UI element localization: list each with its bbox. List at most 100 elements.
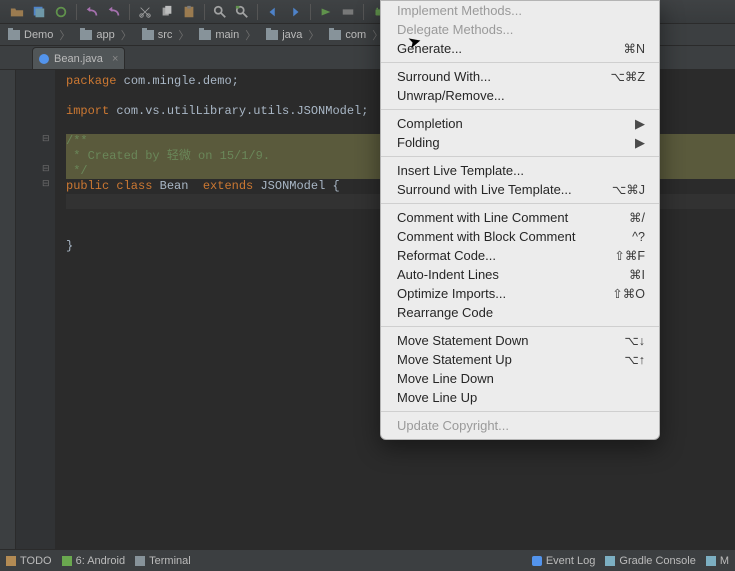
menu-item-shortcut: ⌥⌘Z bbox=[610, 69, 645, 84]
code-text: } bbox=[66, 239, 73, 253]
status-label: Terminal bbox=[149, 555, 191, 567]
status-label: Gradle Console bbox=[619, 555, 695, 567]
status-eventlog[interactable]: Event Log bbox=[532, 555, 596, 567]
folder-icon bbox=[266, 30, 278, 40]
redo-icon[interactable] bbox=[103, 1, 125, 23]
save-all-icon[interactable] bbox=[28, 1, 50, 23]
menu-item[interactable]: Unwrap/Remove... bbox=[381, 86, 659, 105]
editor-tab[interactable]: Bean.java × bbox=[32, 47, 125, 69]
menu-item[interactable]: Surround With... ⌥⌘Z bbox=[381, 67, 659, 86]
breadcrumb-label: Demo bbox=[24, 29, 53, 41]
menu-item-label: Move Line Down bbox=[397, 371, 494, 386]
menu-item[interactable]: Completion▶ bbox=[381, 114, 659, 133]
code-keyword: public class bbox=[66, 179, 152, 193]
folder-icon bbox=[199, 30, 211, 40]
menu-item-label: Move Statement Down bbox=[397, 333, 529, 348]
menu-item[interactable]: Move Statement Up ⌥↑ bbox=[381, 350, 659, 369]
menu-item[interactable]: Rearrange Code bbox=[381, 303, 659, 322]
breadcrumb-item[interactable]: main〉 bbox=[195, 27, 262, 43]
toolbar-separator bbox=[310, 4, 311, 20]
menu-item[interactable]: Move Statement Down⌥↓ bbox=[381, 331, 659, 350]
status-bar: TODO 6: Android Terminal Event Log Gradl… bbox=[0, 549, 735, 571]
menu-item-label: Update Copyright... bbox=[397, 418, 509, 433]
menu-item-shortcut: ⌘/ bbox=[629, 210, 645, 225]
breadcrumb-item[interactable]: src〉 bbox=[138, 27, 196, 43]
folder-icon bbox=[142, 30, 154, 40]
menu-item: Implement Methods... bbox=[381, 1, 659, 20]
submenu-arrow-icon: ▶ bbox=[635, 116, 645, 132]
undo-icon[interactable] bbox=[81, 1, 103, 23]
toolbar-separator bbox=[363, 4, 364, 20]
menu-item-label: Unwrap/Remove... bbox=[397, 88, 505, 103]
paste-icon[interactable] bbox=[178, 1, 200, 23]
menu-item-label: Move Line Up bbox=[397, 390, 477, 405]
code-keyword: package bbox=[66, 74, 116, 88]
back-icon[interactable] bbox=[262, 1, 284, 23]
tab-label: Bean.java bbox=[54, 53, 103, 65]
editor-gutter[interactable]: ⊟ ⊟ ⊟ bbox=[16, 70, 56, 549]
menu-item[interactable]: Reformat Code...⇧⌘F bbox=[381, 246, 659, 265]
menu-item: Delegate Methods... bbox=[381, 20, 659, 39]
toolbar-separator bbox=[129, 4, 130, 20]
status-gradle[interactable]: Gradle Console bbox=[605, 555, 695, 567]
menu-item[interactable]: Move Line Down bbox=[381, 369, 659, 388]
menu-item[interactable]: Insert Live Template... bbox=[381, 161, 659, 180]
make-icon[interactable] bbox=[315, 1, 337, 23]
submenu-arrow-icon: ▶ bbox=[635, 135, 645, 151]
menu-item-shortcut: ⌘I bbox=[629, 267, 645, 282]
code-keyword: import bbox=[66, 104, 109, 118]
forward-icon[interactable] bbox=[284, 1, 306, 23]
menu-item-label: Comment with Line Comment bbox=[397, 210, 568, 225]
status-label: M bbox=[720, 555, 729, 567]
breadcrumb-label: app bbox=[96, 29, 114, 41]
fold-toggle-icon[interactable]: ⊟ bbox=[42, 178, 50, 189]
menu-item[interactable]: Comment with Block Comment^? bbox=[381, 227, 659, 246]
breadcrumb-label: src bbox=[158, 29, 173, 41]
copy-icon[interactable] bbox=[156, 1, 178, 23]
folder-icon bbox=[8, 30, 20, 40]
menu-item-label: Insert Live Template... bbox=[397, 163, 524, 178]
replace-icon[interactable] bbox=[231, 1, 253, 23]
fold-toggle-icon[interactable]: ⊟ bbox=[42, 163, 50, 174]
menu-item[interactable]: Move Line Up bbox=[381, 388, 659, 407]
toolbar-separator bbox=[257, 4, 258, 20]
build-config-icon[interactable] bbox=[337, 1, 359, 23]
open-icon[interactable] bbox=[6, 1, 28, 23]
menu-item-label: Surround With... bbox=[397, 69, 491, 84]
menu-item-label: Move Statement Up bbox=[397, 352, 512, 367]
menu-item[interactable]: Auto-Indent Lines⌘I bbox=[381, 265, 659, 284]
menu-item-label: Folding bbox=[397, 135, 440, 150]
close-icon[interactable]: × bbox=[112, 53, 118, 65]
sync-icon[interactable] bbox=[50, 1, 72, 23]
status-label: Event Log bbox=[546, 555, 596, 567]
code-text: Bean bbox=[152, 179, 202, 193]
menu-item[interactable]: Surround with Live Template...⌥⌘J bbox=[381, 180, 659, 199]
breadcrumb-item[interactable]: Demo〉 bbox=[4, 27, 76, 43]
status-android[interactable]: 6: Android bbox=[62, 555, 126, 567]
menu-item-label: Comment with Block Comment bbox=[397, 229, 575, 244]
folder-icon bbox=[80, 30, 92, 40]
menu-item: Update Copyright... bbox=[381, 416, 659, 435]
code-text: com.mingle.demo; bbox=[116, 74, 238, 88]
menu-item-shortcut: ⇧⌘O bbox=[612, 286, 645, 301]
menu-item-shortcut: ⌥⌘J bbox=[612, 182, 645, 197]
status-todo[interactable]: TODO bbox=[6, 555, 52, 567]
code-text: JSONModel { bbox=[253, 179, 339, 193]
menu-item[interactable]: Optimize Imports...⇧⌘O bbox=[381, 284, 659, 303]
find-icon[interactable] bbox=[209, 1, 231, 23]
android-icon bbox=[62, 556, 72, 566]
gradle-icon bbox=[605, 556, 615, 566]
cut-icon[interactable] bbox=[134, 1, 156, 23]
status-terminal[interactable]: Terminal bbox=[135, 555, 191, 567]
toolbar-separator bbox=[76, 4, 77, 20]
menu-item[interactable]: Comment with Line Comment ⌘/ bbox=[381, 208, 659, 227]
breadcrumb-item[interactable]: java〉 bbox=[262, 27, 325, 43]
breadcrumb-item[interactable]: app〉 bbox=[76, 27, 137, 43]
code-doc: * Created by 轻微 on 15/1/9. bbox=[66, 149, 270, 163]
fold-toggle-icon[interactable]: ⊟ bbox=[42, 133, 50, 144]
menu-item[interactable]: Folding ▶ bbox=[381, 133, 659, 152]
menu-item-shortcut: ⌥↑ bbox=[624, 352, 645, 367]
status-more[interactable]: M bbox=[706, 555, 729, 567]
menu-separator bbox=[381, 326, 659, 327]
left-tool-rail[interactable] bbox=[0, 70, 16, 549]
